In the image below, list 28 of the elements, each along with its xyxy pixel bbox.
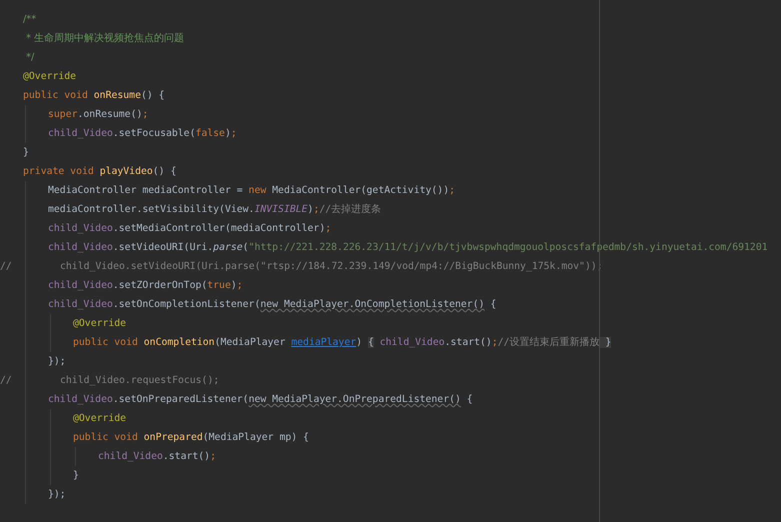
comment-marker: // xyxy=(0,374,12,388)
code-line: child_Video.setFocusable(false); xyxy=(48,127,237,141)
comment-marker: // xyxy=(0,260,12,274)
code-line: }); xyxy=(48,488,66,502)
code-line: MediaController mediaController = new MediaController(getActivity()); xyxy=(48,184,456,198)
code-line: child_Video.setVideoURI(Uri.parse("http://221.228.226.23/11/t/j/v/b/tjvbwspwhqdmgouolposcsfafpedmb/sh.yinyuetai.com/691201 xyxy=(48,241,768,255)
code-line: child_Video.setZOrderOnTop(true); xyxy=(48,279,243,293)
code-line: child_Video.requestFocus(); xyxy=(60,374,220,388)
code-line: private void playVideo() { xyxy=(23,165,176,179)
code-line: @Override xyxy=(73,412,126,426)
code-line: mediaController.setVisibility(View.INVISIBLE);//去掉进度条 xyxy=(48,202,382,217)
code-line: @Override xyxy=(73,317,126,331)
code-line: child_Video.setOnPreparedListener(new MediaPlayer.OnPreparedListener() { xyxy=(48,393,473,407)
code-line: } xyxy=(23,146,29,160)
code-line: }); xyxy=(48,355,66,369)
code-line: child_Video.setVideoURI(Uri.parse("rtsp://184.72.239.149/vod/mp4://BigBuckBunny_175k.mov")); xyxy=(60,260,603,274)
code-line: * 生命周期中解决视频抢焦点的问题 xyxy=(25,32,184,46)
code-line: child_Video.setOnCompletionListener(new MediaPlayer.OnCompletionListener() { xyxy=(48,298,496,312)
code-line: public void onCompletion(MediaPlayer mediaPlayer) { child_Video.start();//设置结束后重新播放 } xyxy=(73,336,612,350)
code-line: child_Video.start(); xyxy=(98,450,216,464)
code-line: @Override xyxy=(23,70,76,84)
code-line: public void onPrepared(MediaPlayer mp) { xyxy=(73,431,309,445)
code-line: /** xyxy=(23,13,36,27)
code-line: } xyxy=(73,469,79,483)
code-line: */ xyxy=(25,51,34,65)
code-line: child_Video.setMediaController(mediaController); xyxy=(48,222,332,236)
code-line: super.onResume(); xyxy=(48,108,148,122)
code-line: public void onResume() { xyxy=(23,89,165,103)
